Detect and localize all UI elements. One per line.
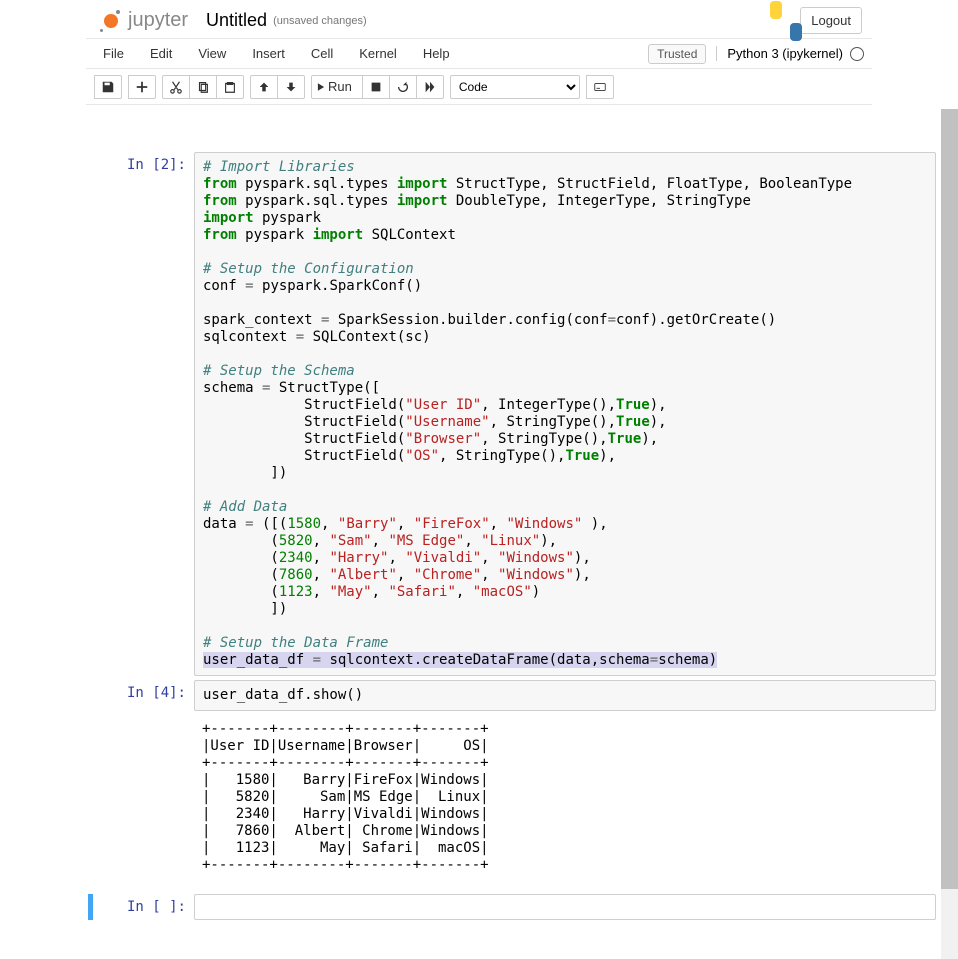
notebook-title[interactable]: Untitled: [206, 10, 267, 31]
kernel-name: Python 3 (ipykernel): [727, 46, 843, 61]
restart-button[interactable]: [389, 75, 417, 99]
jupyter-logo-text: jupyter: [128, 9, 188, 32]
save-button[interactable]: [94, 75, 122, 99]
input-prompt: In [2]:: [88, 152, 194, 676]
kernel-status-icon: [850, 47, 864, 61]
restart-run-all-button[interactable]: [416, 75, 444, 99]
move-up-button[interactable]: [250, 75, 278, 99]
cut-button[interactable]: [162, 75, 190, 99]
code-cell[interactable]: In [2]: # Import Libraries from pyspark.…: [88, 152, 936, 676]
menu-help[interactable]: Help: [414, 41, 459, 66]
run-button[interactable]: Run: [311, 75, 363, 99]
output-cell: +-------+--------+-------+-------+ |User…: [88, 715, 936, 874]
kernel-indicator[interactable]: Python 3 (ipykernel): [716, 46, 864, 61]
menu-cell[interactable]: Cell: [302, 41, 342, 66]
vertical-scrollbar[interactable]: [941, 109, 958, 959]
scrollbar-thumb[interactable]: [941, 109, 958, 889]
notebook-header: jupyter Untitled (unsaved changes) Logou…: [86, 4, 872, 34]
insert-cell-button[interactable]: [128, 75, 156, 99]
copy-button[interactable]: [189, 75, 217, 99]
menu-view[interactable]: View: [189, 41, 235, 66]
menu-edit[interactable]: Edit: [141, 41, 181, 66]
command-palette-button[interactable]: [586, 75, 614, 99]
notebook-container: In [2]: # Import Libraries from pyspark.…: [88, 130, 936, 959]
menu-file[interactable]: File: [94, 41, 133, 66]
input-prompt: In [ ]:: [93, 894, 194, 920]
code-cell[interactable]: In [4]: user_data_df.show(): [88, 680, 936, 711]
code-input[interactable]: user_data_df.show(): [194, 680, 936, 711]
cell-type-select[interactable]: Code: [450, 75, 580, 99]
logout-button[interactable]: Logout: [800, 7, 862, 34]
move-down-button[interactable]: [277, 75, 305, 99]
code-input[interactable]: [194, 894, 936, 920]
menubar: File Edit View Insert Cell Kernel Help T…: [86, 38, 872, 69]
paste-button[interactable]: [216, 75, 244, 99]
run-button-label: Run: [326, 79, 358, 94]
code-input[interactable]: # Import Libraries from pyspark.sql.type…: [194, 152, 936, 676]
toolbar: Run Code: [86, 69, 872, 105]
save-status: (unsaved changes): [273, 15, 367, 27]
code-cell[interactable]: In [ ]:: [88, 894, 936, 920]
jupyter-logo[interactable]: jupyter: [100, 9, 188, 32]
menu-insert[interactable]: Insert: [243, 41, 294, 66]
output-prompt: [88, 715, 194, 874]
jupyter-logo-icon: [100, 10, 122, 32]
menu-kernel[interactable]: Kernel: [350, 41, 406, 66]
cell-output: +-------+--------+-------+-------+ |User…: [194, 715, 936, 874]
input-prompt: In [4]:: [88, 680, 194, 711]
trusted-indicator[interactable]: Trusted: [648, 44, 706, 64]
interrupt-button[interactable]: [362, 75, 390, 99]
